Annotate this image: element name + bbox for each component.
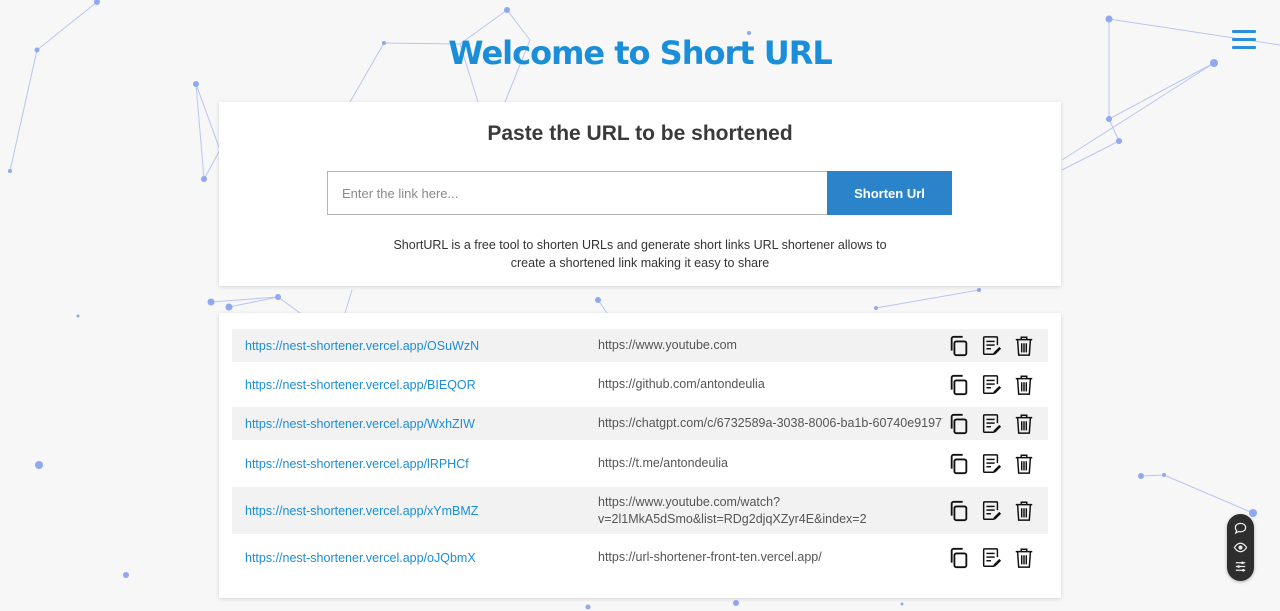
edit-icon[interactable] [980, 374, 1002, 396]
original-url: https://www.youtube.com [598, 338, 737, 352]
link-row: https://nest-shortener.vercel.app/WxhZIW… [232, 407, 1048, 440]
original-url: https://www.youtube.com/watch? v=2l1MkA5… [598, 494, 938, 528]
copy-icon[interactable] [948, 374, 970, 396]
edit-icon[interactable] [980, 335, 1002, 357]
trash-icon[interactable] [1013, 413, 1035, 435]
original-url-line: https://www.youtube.com/watch? [598, 494, 781, 509]
eye-icon[interactable] [1233, 540, 1248, 555]
settings-icon[interactable] [1233, 559, 1248, 574]
original-url: https://github.com/antondeulia [598, 377, 765, 391]
short-link[interactable]: https://nest-shortener.vercel.app/lRPHCf [245, 457, 469, 471]
short-link[interactable]: https://nest-shortener.vercel.app/OSuWzN [245, 339, 479, 353]
description-line: ShortURL is a free tool to shorten URLs … [393, 238, 887, 252]
original-url: https://url-shortener-front-ten.vercel.a… [598, 550, 822, 564]
link-row: https://nest-shortener.vercel.app/lRPHCf… [232, 447, 1048, 480]
copy-icon[interactable] [948, 453, 970, 475]
shorten-url-button[interactable]: Shorten Url [827, 171, 952, 215]
trash-icon[interactable] [1013, 335, 1035, 357]
link-row: https://nest-shortener.vercel.app/oJQbmX… [232, 541, 1048, 574]
edit-icon[interactable] [980, 413, 1002, 435]
short-link[interactable]: https://nest-shortener.vercel.app/xYmBMZ [245, 504, 478, 518]
description-line: create a shortened link making it easy t… [510, 256, 770, 270]
link-row: https://nest-shortener.vercel.app/xYmBMZ… [232, 487, 1048, 534]
trash-icon[interactable] [1013, 374, 1035, 396]
edit-icon[interactable] [980, 500, 1002, 522]
edit-icon[interactable] [980, 453, 1002, 475]
copy-icon[interactable] [948, 413, 970, 435]
floating-toolbar [1227, 514, 1254, 581]
copy-icon[interactable] [948, 500, 970, 522]
trash-icon[interactable] [1013, 547, 1035, 569]
links-card: https://nest-shortener.vercel.app/OSuWzN… [219, 313, 1061, 598]
shortener-card: Paste the URL to be shortened Shorten Ur… [219, 102, 1061, 286]
page-title: Welcome to Short URL [448, 34, 832, 72]
original-url: https://t.me/antondeulia [598, 456, 728, 470]
trash-icon[interactable] [1013, 453, 1035, 475]
shortener-description: ShortURL is a free tool to shorten URLs … [219, 236, 1061, 272]
link-row: https://nest-shortener.vercel.app/BIEQOR… [232, 368, 1048, 401]
original-url-line: v=2l1MkA5dSmo&list=RDg2djqXZyr4E&index=2 [598, 511, 867, 526]
trash-icon[interactable] [1013, 500, 1035, 522]
copy-icon[interactable] [948, 335, 970, 357]
edit-icon[interactable] [980, 547, 1002, 569]
link-row: https://nest-shortener.vercel.app/OSuWzN… [232, 329, 1048, 362]
chat-icon[interactable] [1233, 521, 1248, 536]
hamburger-menu-icon[interactable] [1232, 30, 1256, 50]
shortener-heading: Paste the URL to be shortened [487, 122, 793, 145]
copy-icon[interactable] [948, 547, 970, 569]
url-input[interactable] [327, 171, 827, 215]
short-link[interactable]: https://nest-shortener.vercel.app/BIEQOR [245, 378, 476, 392]
short-link[interactable]: https://nest-shortener.vercel.app/WxhZIW [245, 417, 475, 431]
short-link[interactable]: https://nest-shortener.vercel.app/oJQbmX [245, 551, 476, 565]
original-url: https://chatgpt.com/c/6732589a-3038-8006… [598, 416, 943, 430]
